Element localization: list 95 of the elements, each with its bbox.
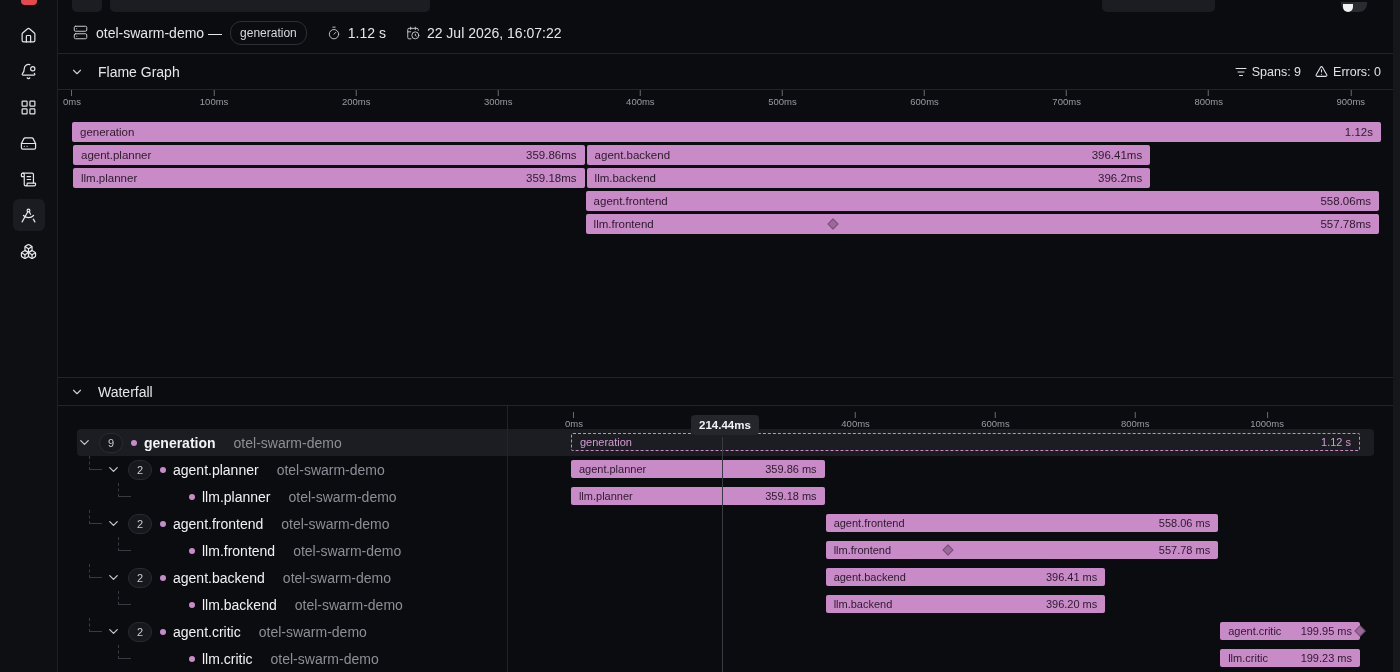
bell-icon bbox=[20, 62, 37, 80]
span-bar[interactable]: llm.frontend 557.78ms bbox=[585, 214, 1379, 234]
span-name: agent.backend bbox=[173, 569, 265, 586]
span-bar[interactable]: agent.backend 396.41ms bbox=[586, 145, 1151, 165]
span-bar[interactable]: agent.backend 396.41 ms bbox=[825, 568, 1106, 586]
scroll-icon bbox=[20, 170, 37, 188]
span-bar[interactable]: agent.frontend 558.06 ms bbox=[825, 514, 1219, 532]
house-icon bbox=[20, 26, 37, 44]
drive-icon bbox=[20, 134, 37, 152]
span-bar[interactable]: llm.planner 359.18 ms bbox=[570, 487, 825, 505]
axis-tick-label: 700ms bbox=[1052, 96, 1081, 107]
span-row[interactable]: 2 agent.backend otel-swarm-demo agent.backend 396.41 ms bbox=[77, 564, 1374, 591]
axis-tick-label: 800ms bbox=[1121, 418, 1150, 429]
compass-icon bbox=[20, 206, 37, 224]
span-name: llm.backend bbox=[202, 596, 277, 613]
span-name: agent.planner bbox=[173, 461, 259, 478]
service-name: otel-swarm-demo bbox=[293, 542, 402, 559]
cursor-time-label: 214.44ms bbox=[691, 415, 759, 435]
status-dot bbox=[189, 493, 195, 500]
axis-tick-label: 1000ms bbox=[1250, 418, 1284, 429]
trace-duration: 1.12 s bbox=[347, 24, 386, 41]
axis-tick-label: 800ms bbox=[1194, 96, 1223, 107]
span-name: llm.critic bbox=[202, 650, 253, 667]
status-dot bbox=[189, 601, 195, 608]
span-row[interactable]: llm.frontend otel-swarm-demo llm.frontend 557.78 ms bbox=[77, 537, 1374, 564]
service-name: otel-swarm-demo bbox=[270, 650, 379, 667]
trace-timestamp: 22 Jul 2026, 16:07:22 bbox=[426, 24, 562, 41]
status-dot bbox=[189, 655, 195, 662]
axis-tick-label: 400ms bbox=[841, 418, 870, 429]
service-name: otel-swarm-demo bbox=[282, 569, 391, 586]
server-icon bbox=[73, 25, 88, 40]
span-bar[interactable]: llm.backend 396.20 ms bbox=[825, 595, 1106, 613]
axis-tick-label: 300ms bbox=[484, 96, 513, 107]
span-bar[interactable]: llm.critic 199.23 ms bbox=[1220, 649, 1360, 667]
span-name: llm.frontend bbox=[202, 542, 276, 559]
grid-icon bbox=[20, 98, 37, 116]
logo-icon bbox=[20, 0, 37, 5]
service-name: otel-swarm-demo bbox=[276, 461, 385, 478]
child-count: 2 bbox=[128, 513, 152, 534]
span-bar[interactable]: llm.backend 396.2ms bbox=[586, 168, 1151, 188]
span-name: llm.planner bbox=[202, 488, 271, 505]
span-bar[interactable]: generation 1.12s bbox=[72, 122, 1381, 142]
spans-count: Spans: 9 bbox=[1251, 64, 1302, 79]
axis-tick-label: 200ms bbox=[341, 96, 371, 107]
section-title: Flame Graph bbox=[98, 63, 180, 80]
service-name: otel-swarm-demo bbox=[288, 488, 397, 505]
child-count: 9 bbox=[99, 432, 123, 453]
span-row[interactable]: 9 generation otel-swarm-demo generation 1.12 s bbox=[77, 429, 1374, 456]
child-count: 2 bbox=[128, 567, 152, 588]
span-row[interactable]: llm.backend otel-swarm-demo llm.backend 396.20 ms bbox=[77, 591, 1374, 618]
service-name: otel-swarm-demo bbox=[281, 515, 390, 532]
highlight-errors-toggle[interactable] bbox=[1341, 2, 1367, 12]
service-name: otel-swarm-demo — bbox=[96, 24, 223, 41]
child-count: 2 bbox=[128, 621, 152, 642]
axis-tick-label: 600ms bbox=[981, 418, 1010, 429]
span-bar[interactable]: agent.planner 359.86ms bbox=[73, 145, 585, 165]
axis-tick-label: 400ms bbox=[626, 96, 655, 107]
axis-tick-label: 0ms bbox=[564, 418, 583, 429]
timer-icon bbox=[326, 25, 341, 40]
status-dot bbox=[189, 547, 195, 554]
span-row[interactable]: llm.planner otel-swarm-demo llm.planner 359.18 ms bbox=[77, 483, 1374, 510]
axis-tick-label: 600ms bbox=[910, 96, 939, 107]
child-count: 2 bbox=[128, 459, 152, 480]
span-bar[interactable]: agent.frontend 558.06ms bbox=[585, 191, 1379, 211]
service-name: otel-swarm-demo bbox=[233, 434, 342, 451]
calendar-icon bbox=[405, 25, 420, 40]
span-row[interactable]: 2 agent.planner otel-swarm-demo agent.planner 359.86 ms bbox=[77, 456, 1374, 483]
axis-tick-label: 100ms bbox=[199, 96, 229, 107]
status-dot bbox=[160, 574, 166, 581]
span-name: generation bbox=[144, 434, 216, 451]
span-bar[interactable]: agent.planner 359.86 ms bbox=[570, 460, 825, 478]
status-dot bbox=[160, 466, 166, 473]
warning-icon bbox=[1315, 65, 1329, 78]
axis-tick-label: 900ms bbox=[1336, 96, 1366, 107]
section-title: Waterfall bbox=[98, 383, 153, 400]
status-dot bbox=[160, 628, 166, 635]
span-bar[interactable]: agent.critic 199.95 ms bbox=[1220, 622, 1360, 640]
errors-count: Errors: 0 bbox=[1333, 64, 1381, 79]
span-name: agent.frontend bbox=[173, 515, 264, 532]
span-name: agent.critic bbox=[173, 623, 241, 640]
axis-tick-label: 0ms bbox=[63, 96, 81, 107]
span-bar[interactable]: llm.frontend 557.78 ms bbox=[825, 541, 1219, 559]
service-name: otel-swarm-demo bbox=[294, 596, 403, 613]
filter-icon bbox=[1234, 65, 1247, 78]
span-row[interactable]: llm.critic otel-swarm-demo llm.critic 199.23 ms bbox=[77, 645, 1374, 672]
status-dot bbox=[131, 439, 137, 446]
axis-tick-label: 500ms bbox=[768, 96, 797, 107]
sidebar-item[interactable] bbox=[12, 199, 45, 231]
span-bar[interactable]: llm.planner 359.18ms bbox=[73, 168, 585, 188]
boxes-icon bbox=[20, 242, 37, 260]
span-row[interactable]: 2 agent.frontend otel-swarm-demo agent.frontend 558.06 ms bbox=[77, 510, 1374, 537]
span-tag: generation bbox=[230, 20, 307, 45]
status-dot bbox=[160, 520, 166, 527]
service-name: otel-swarm-demo bbox=[258, 623, 367, 640]
span-row[interactable]: 2 agent.critic otel-swarm-demo agent.critic 199.95 ms bbox=[77, 618, 1374, 645]
